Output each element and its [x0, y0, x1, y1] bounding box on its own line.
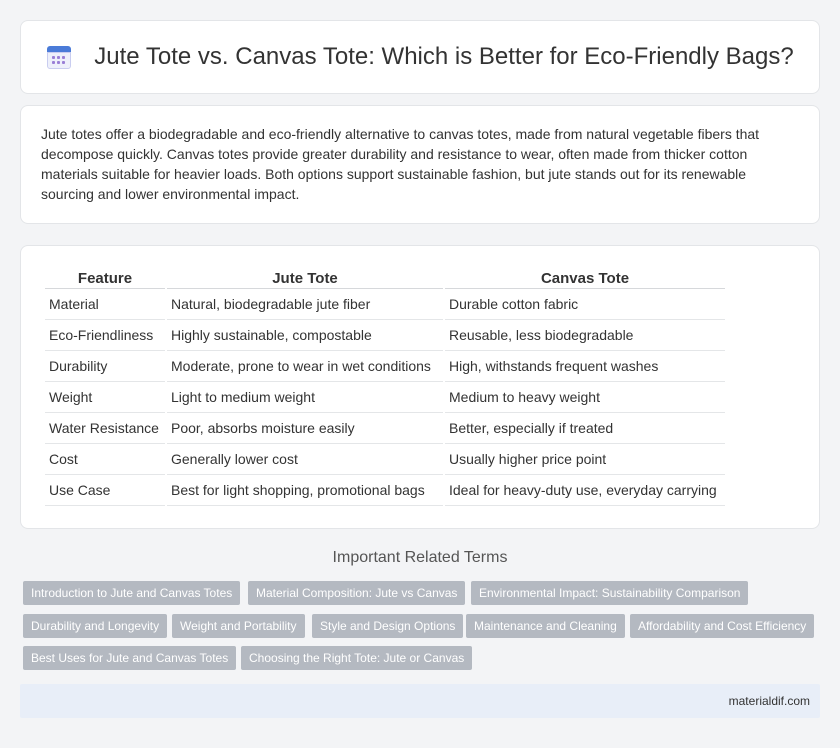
row-feature: Material	[45, 289, 165, 320]
related-tag[interactable]: Durability and Longevity	[23, 614, 168, 638]
table-row: Weight Light to medium weight Medium to …	[45, 382, 725, 413]
related-tag[interactable]: Choosing the Right Tote: Jute or Canvas	[241, 646, 473, 670]
row-canvas: Reusable, less biodegradable	[445, 320, 725, 351]
related-terms-title: Important Related Terms	[332, 549, 508, 566]
row-feature: Eco-Friendliness	[45, 320, 165, 351]
row-jute: Poor, absorbs moisture easily	[167, 413, 443, 444]
footer-site[interactable]: materialdif.com	[729, 694, 810, 708]
table-row: Cost Generally lower cost Usually higher…	[45, 444, 725, 475]
related-tag[interactable]: Weight and Portability	[172, 614, 305, 638]
row-jute: Best for light shopping, promotional bag…	[167, 475, 443, 506]
intro-text: Jute totes offer a biodegradable and eco…	[41, 126, 760, 202]
row-jute: Moderate, prone to wear in wet condition…	[167, 351, 443, 382]
row-canvas: High, withstands frequent washes	[445, 351, 725, 382]
table-row: Material Natural, biodegradable jute fib…	[45, 289, 725, 320]
row-jute: Natural, biodegradable jute fiber	[167, 289, 443, 320]
row-canvas: Better, especially if treated	[445, 413, 725, 444]
related-tag[interactable]: Material Composition: Jute vs Canvas	[248, 581, 466, 605]
table-row: Use Case Best for light shopping, promot…	[45, 475, 725, 506]
intro-card: Jute totes offer a biodegradable and eco…	[20, 105, 820, 224]
row-feature: Water Resistance	[45, 413, 165, 444]
related-tag[interactable]: Affordability and Cost Efficiency	[630, 614, 815, 638]
page-title: Jute Tote vs. Canvas Tote: Which is Bett…	[94, 43, 794, 70]
calendar-icon	[46, 44, 72, 70]
row-canvas: Usually higher price point	[445, 444, 725, 475]
row-canvas: Durable cotton fabric	[445, 289, 725, 320]
row-jute: Highly sustainable, compostable	[167, 320, 443, 351]
related-tag[interactable]: Maintenance and Cleaning	[466, 614, 625, 638]
header-card: Jute Tote vs. Canvas Tote: Which is Bett…	[20, 20, 820, 94]
row-canvas: Medium to heavy weight	[445, 382, 725, 413]
header-jute: Jute Tote	[167, 268, 443, 289]
table-row: Durability Moderate, prone to wear in we…	[45, 351, 725, 382]
footer: materialdif.com	[20, 684, 820, 718]
table-header-row: Feature Jute Tote Canvas Tote	[45, 268, 725, 289]
row-canvas: Ideal for heavy-duty use, everyday carry…	[445, 475, 725, 506]
header-feature: Feature	[45, 268, 165, 289]
related-tag[interactable]: Introduction to Jute and Canvas Totes	[23, 581, 241, 605]
related-tag[interactable]: Style and Design Options	[312, 614, 464, 638]
table-row: Water Resistance Poor, absorbs moisture …	[45, 413, 725, 444]
comparison-table-card: Feature Jute Tote Canvas Tote Material N…	[20, 245, 820, 529]
row-feature: Use Case	[45, 475, 165, 506]
table-row: Eco-Friendliness Highly sustainable, com…	[45, 320, 725, 351]
row-feature: Cost	[45, 444, 165, 475]
related-tag[interactable]: Best Uses for Jute and Canvas Totes	[23, 646, 237, 670]
comparison-table: Feature Jute Tote Canvas Tote Material N…	[43, 268, 727, 506]
header-canvas: Canvas Tote	[445, 268, 725, 289]
related-tag[interactable]: Environmental Impact: Sustainability Com…	[471, 581, 749, 605]
row-jute: Generally lower cost	[167, 444, 443, 475]
row-jute: Light to medium weight	[167, 382, 443, 413]
row-feature: Weight	[45, 382, 165, 413]
row-feature: Durability	[45, 351, 165, 382]
